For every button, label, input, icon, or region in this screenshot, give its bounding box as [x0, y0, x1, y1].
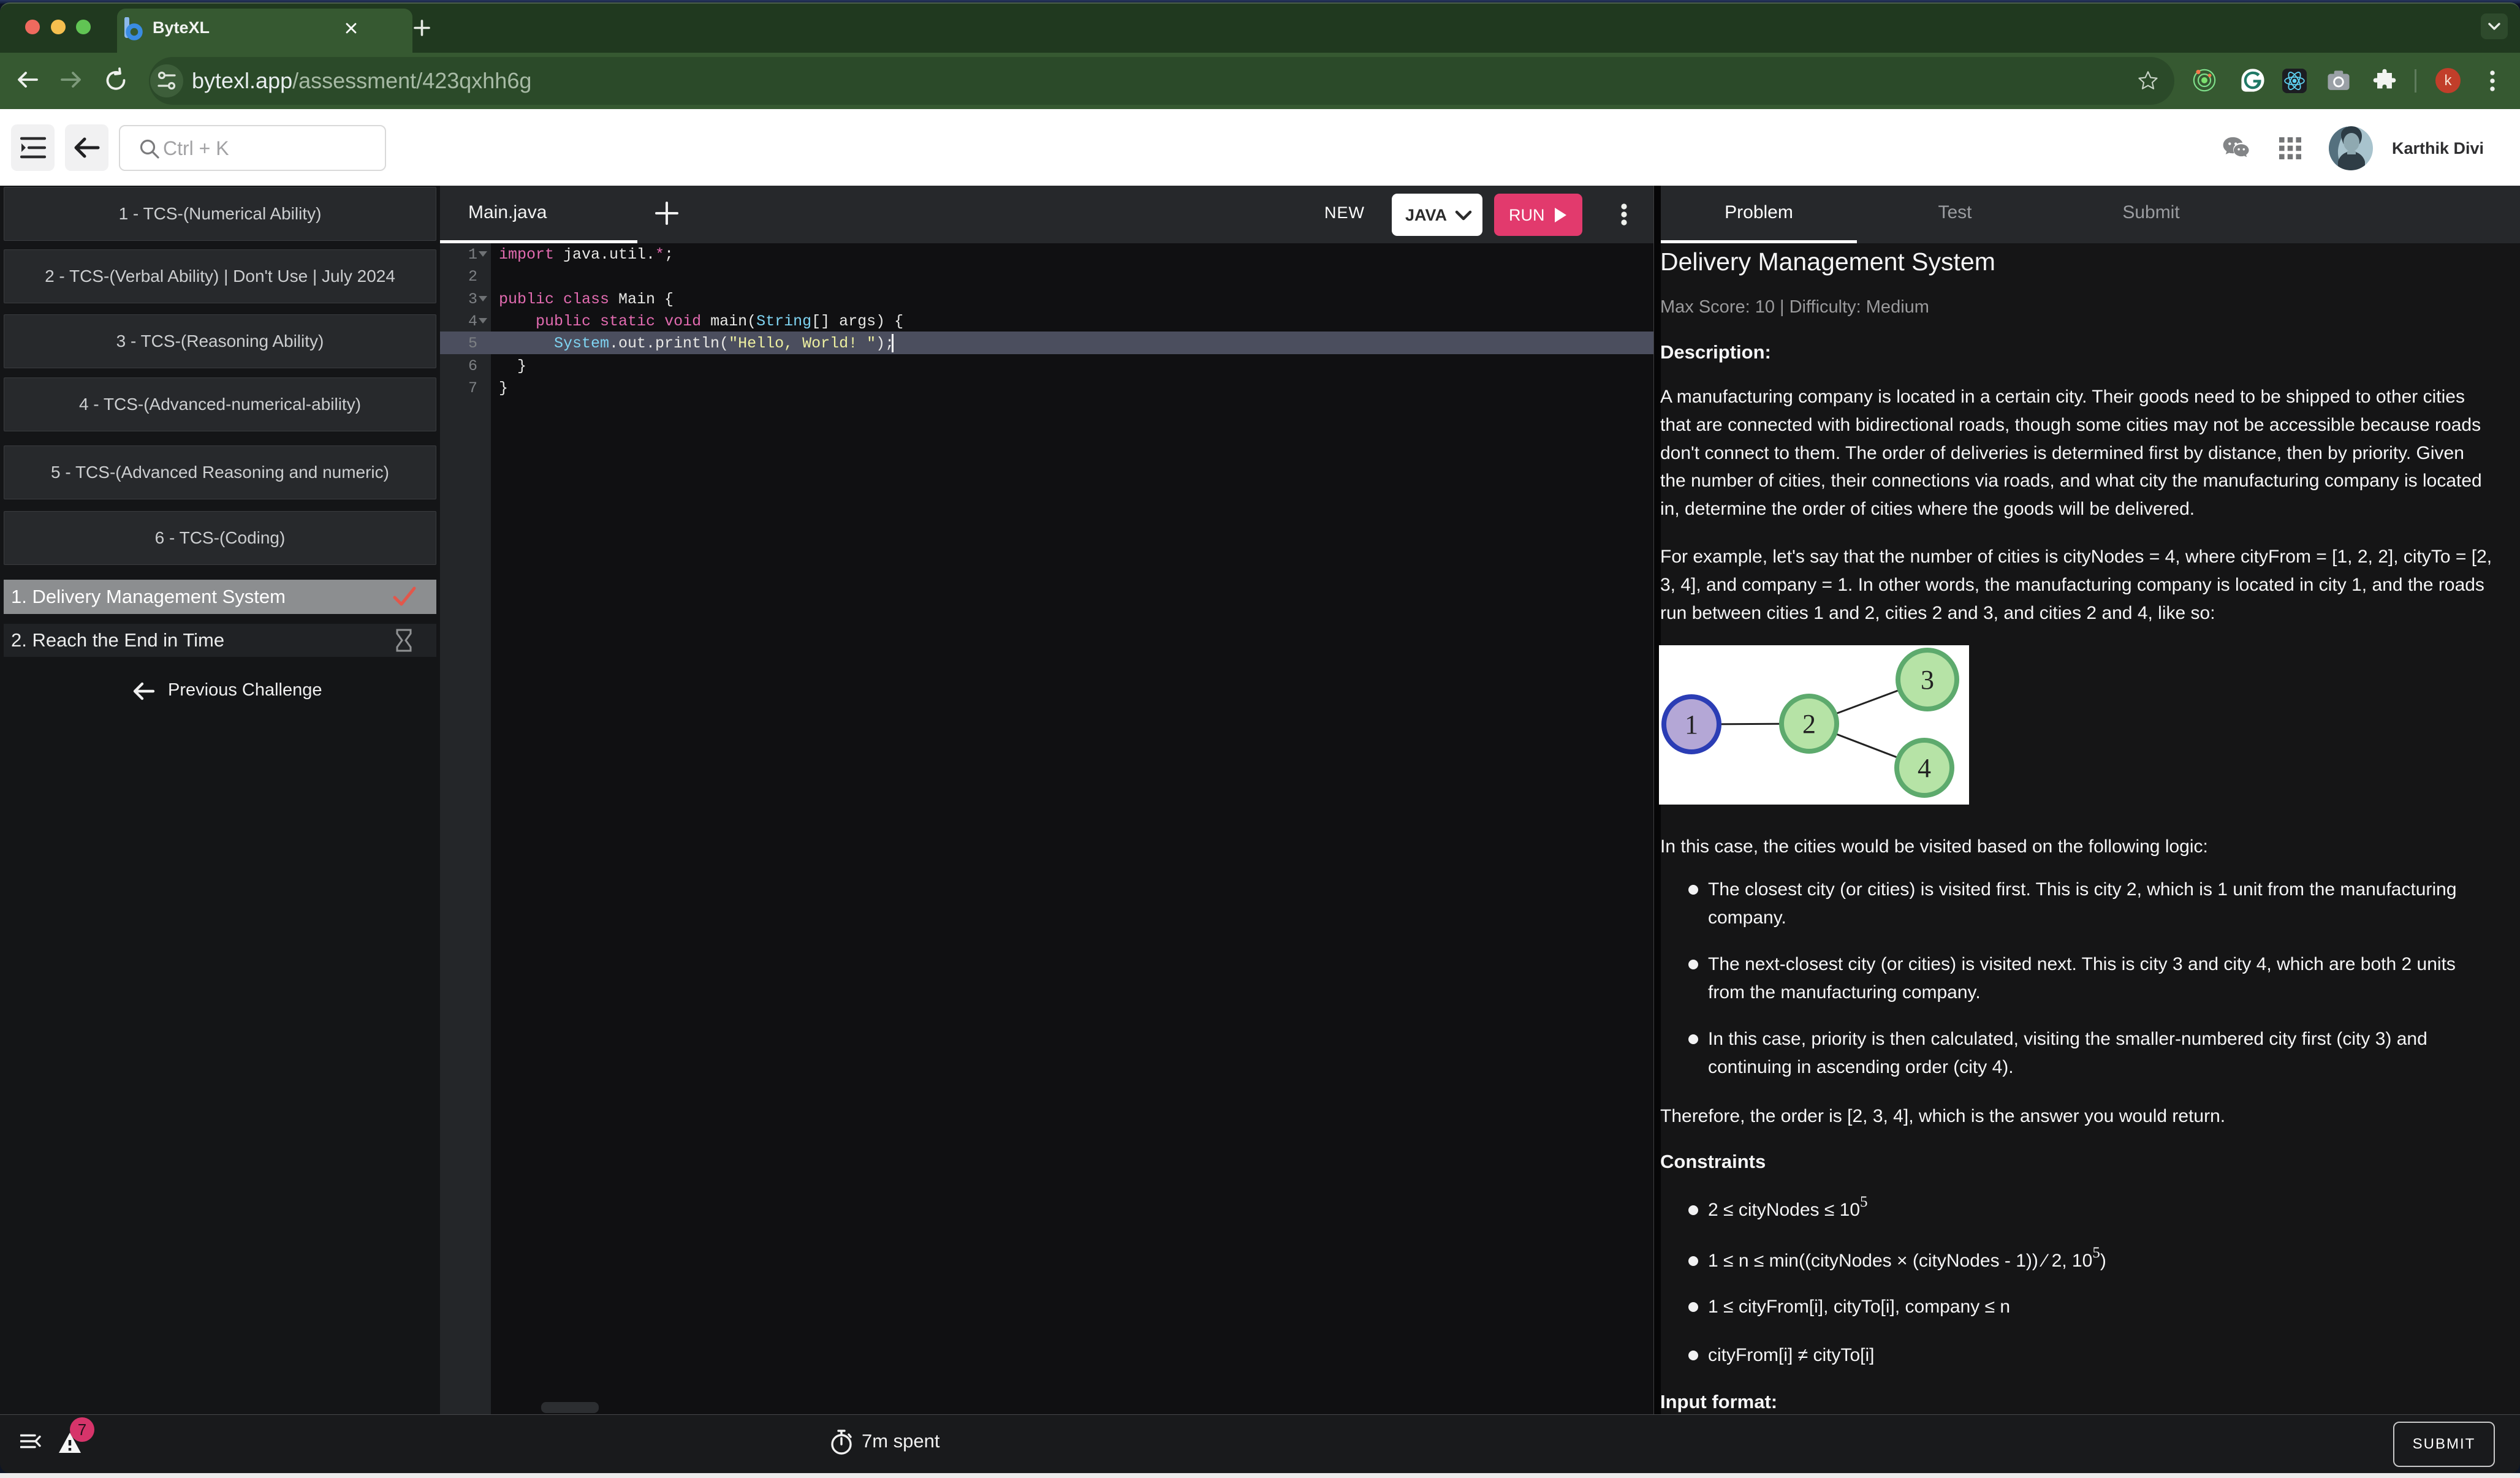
svg-text:4: 4	[1918, 753, 1931, 783]
svg-text:3: 3	[1921, 665, 1934, 695]
svg-text:2: 2	[1802, 709, 1816, 739]
svg-text:1: 1	[1685, 710, 1698, 740]
